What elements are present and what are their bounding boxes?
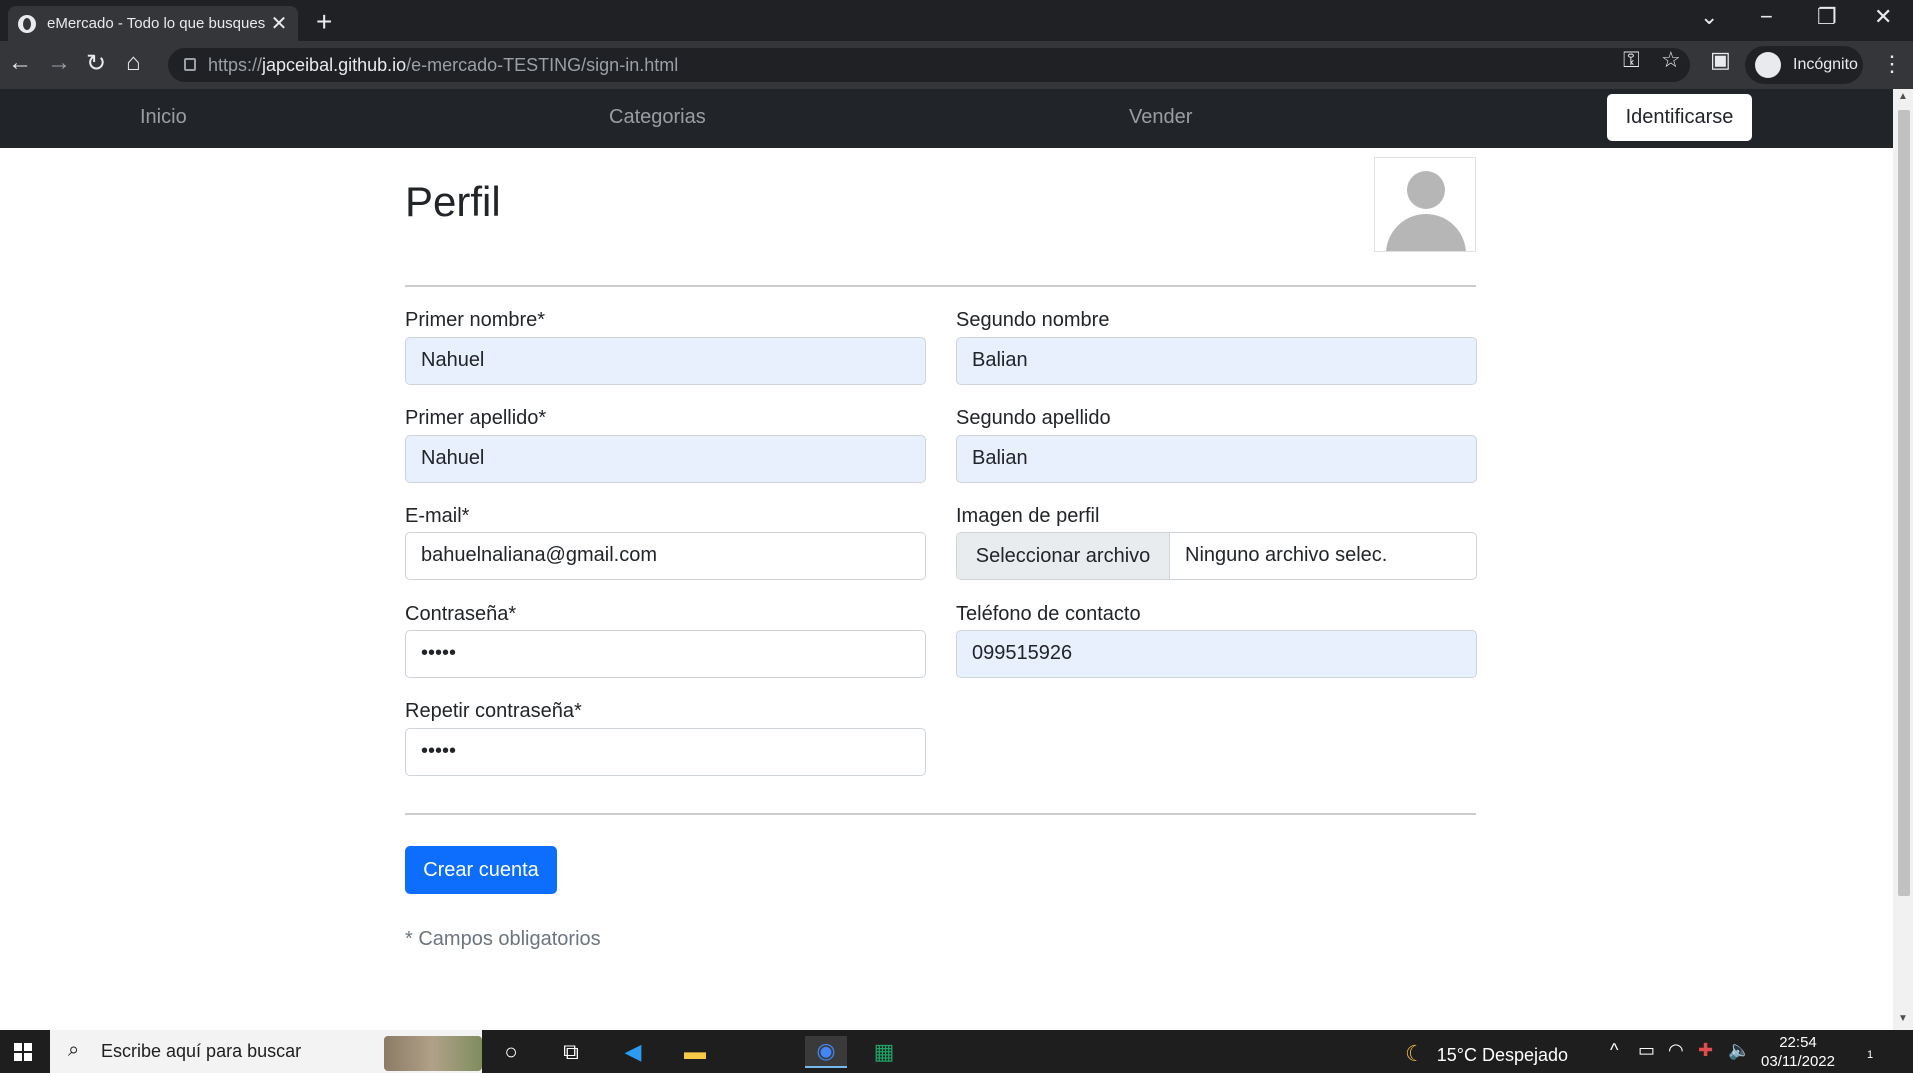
scrollbar[interactable]: ▲ ▼ [1893,89,1913,1030]
search-highlight-image [384,1036,482,1071]
key-icon[interactable]: ⚿ [1623,47,1640,73]
url-path: /e-mercado-TESTING/sign-in.html [406,55,679,75]
notification-center-icon[interactable]: 1 [1859,1038,1873,1064]
tab-title: eMercado - Todo lo que busques [47,15,266,32]
tray-chevron-icon[interactable]: ^ [1610,1040,1618,1061]
second-surname-input[interactable]: Balian [956,435,1477,483]
scrollbar-thumb[interactable] [1898,110,1910,896]
minimize-icon[interactable]: − [1760,4,1773,30]
incognito-profile-button[interactable]: Incógnito [1745,46,1863,84]
close-window-icon[interactable]: ✕ [1874,4,1892,30]
notification-count: 1 [1867,1049,1874,1061]
profile-page: Perfil Primer nombre* Nahuel Segundo nom… [0,148,1893,1030]
scroll-up-icon[interactable]: ▲ [1898,91,1908,102]
cortana-icon[interactable]: ○ [495,1036,527,1068]
second-name-input[interactable]: Balian [956,337,1477,385]
url-host: japceibal.github.io [262,55,407,75]
back-icon[interactable]: ← [8,49,32,77]
address-bar[interactable]: https://japceibal.github.io/e-mercado-TE… [168,48,1690,82]
reload-icon[interactable]: ↻ [86,49,106,78]
incognito-icon [1755,52,1781,78]
repeat-password-label: Repetir contraseña* [405,700,582,722]
browser-toolbar: ← → ↻ ⌂ https://japceibal.github.io/e-me… [0,41,1913,89]
email-label: E-mail* [405,505,470,527]
battery-icon[interactable]: ▭ [1638,1040,1655,1061]
divider-bottom [405,813,1476,815]
file-explorer-icon[interactable]: ▬ [679,1036,711,1068]
login-button[interactable]: Identificarse [1607,94,1752,141]
choose-file-button[interactable]: Seleccionar archivo [957,533,1170,579]
clock-time: 22:54 [1779,1034,1817,1051]
profile-image-file-input[interactable]: Seleccionar archivo Ninguno archivo sele… [956,532,1477,580]
password-label: Contraseña* [405,603,517,625]
excel-icon[interactable]: ▦ [868,1036,900,1068]
site-navbar: Inicio Categorias Vender Identificarse [0,89,1893,148]
first-name-input[interactable]: Nahuel [405,337,926,385]
browser-tab[interactable]: eMercado - Todo lo que busques ✕ [8,6,298,41]
email-input[interactable]: bahuelnaliana@gmail.com [405,532,926,580]
restore-icon[interactable]: ❐ [1817,4,1837,30]
avatar-head [1407,171,1445,209]
volume-icon[interactable]: 🔈 [1728,1040,1750,1061]
required-fields-note: * Campos obligatorios [405,928,601,950]
page-title: Perfil [405,178,501,225]
chrome-icon[interactable]: ◉ [805,1036,847,1068]
first-surname-input[interactable]: Nahuel [405,435,926,483]
repeat-password-input[interactable]: ••••• [405,728,926,776]
taskbar-clock[interactable]: 22:54 03/11/2022 [1760,1033,1836,1071]
first-name-label: Primer nombre* [405,309,546,331]
lock-icon [184,58,196,71]
home-icon[interactable]: ⌂ [126,49,141,77]
side-panel-icon[interactable]: ▣ [1710,47,1731,73]
windows-start-icon[interactable] [14,1043,32,1061]
task-view-icon[interactable]: ⧉ [555,1036,587,1068]
nav-inicio[interactable]: Inicio [140,106,187,129]
avatar-body [1386,214,1466,251]
nav-vender[interactable]: Vender [1129,106,1192,129]
clock-date: 03/11/2022 [1761,1053,1835,1070]
browser-menu-icon[interactable]: ⋮ [1881,51,1903,77]
bookmark-star-icon[interactable]: ☆ [1661,47,1681,73]
divider-top [405,285,1476,287]
profile-label: Incógnito [1793,56,1858,73]
tab-search-chevron-icon[interactable]: ⌄ [1700,4,1718,30]
tab-close-icon[interactable]: ✕ [270,11,288,36]
phone-label: Teléfono de contacto [956,603,1141,625]
phone-input[interactable]: 099515926 [956,630,1477,678]
new-tab-icon[interactable]: + [316,6,332,38]
browser-tab-strip: eMercado - Todo lo que busques ✕ + ⌄ − ❐… [0,0,1913,41]
weather-text: 15°C Despejado [1436,1045,1569,1065]
windows-taskbar: ⌕ Escribe aquí para buscar ○ ⧉ ◀ ▬ ◉ ▦ ☾… [0,1030,1913,1073]
url-prefix: https:// [208,55,263,75]
profile-avatar [1374,157,1476,252]
password-input[interactable]: ••••• [405,630,926,678]
security-icon[interactable]: ✚ [1698,1040,1713,1061]
first-surname-label: Primer apellido* [405,407,547,429]
file-status: Ninguno archivo selec. [1185,544,1388,566]
moon-icon: ☾ [1405,1041,1425,1066]
second-surname-label: Segundo apellido [956,407,1111,429]
vscode-icon[interactable]: ◀ [617,1036,649,1068]
create-account-button[interactable]: Crear cuenta [405,846,557,894]
globe-icon [18,14,36,33]
profile-image-label: Imagen de perfil [956,505,1100,527]
search-icon: ⌕ [68,1039,80,1061]
second-name-label: Segundo nombre [956,309,1110,331]
scroll-down-icon[interactable]: ▼ [1898,1013,1908,1024]
wifi-icon[interactable]: ◠ [1668,1040,1684,1061]
taskbar-search-placeholder: Escribe aquí para buscar [101,1041,302,1061]
weather-widget[interactable]: ☾ 15°C Despejado [1405,1041,1568,1067]
forward-icon[interactable]: → [47,49,71,77]
nav-categorias[interactable]: Categorias [609,106,706,129]
